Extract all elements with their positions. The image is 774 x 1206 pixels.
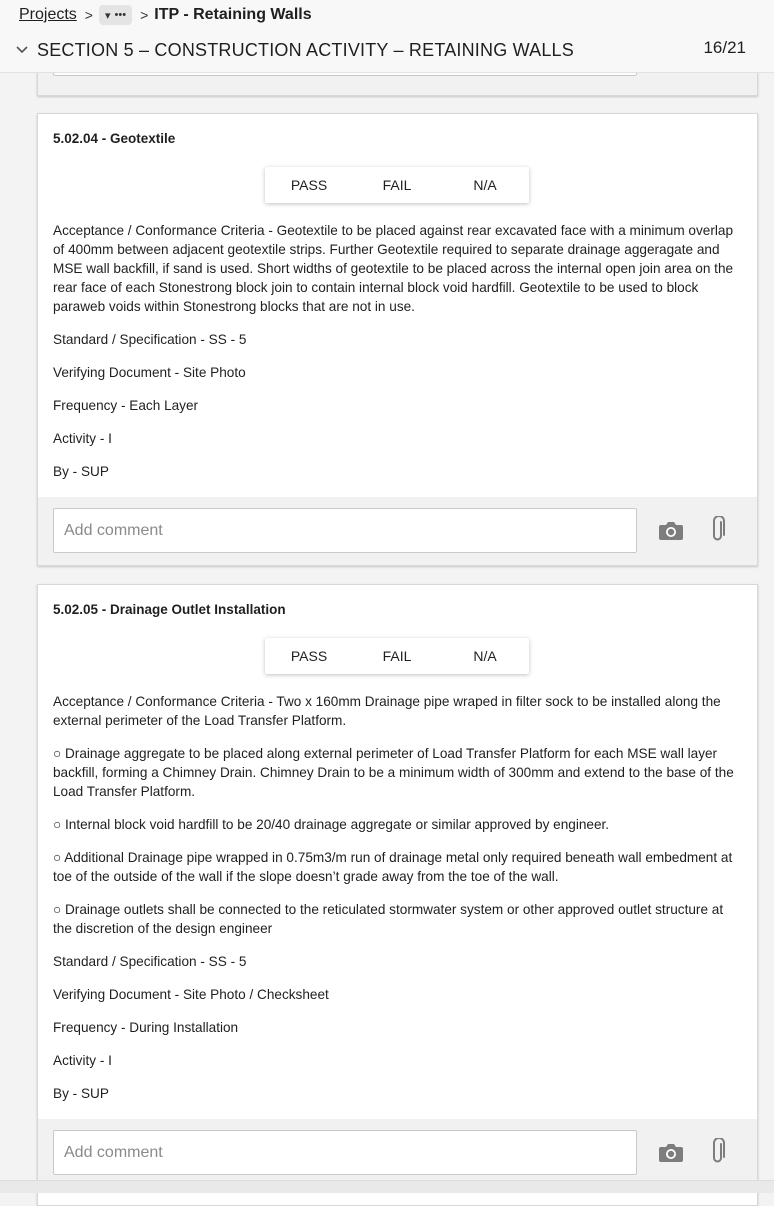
ellipsis-icon: ••• bbox=[114, 9, 127, 21]
result-button-group: PASS FAIL N/A bbox=[265, 167, 529, 203]
breadcrumb-separator-icon: > bbox=[84, 7, 93, 23]
activity: Activity - I bbox=[53, 431, 112, 446]
pass-button[interactable]: PASS bbox=[265, 638, 353, 674]
breadcrumb-current: ITP - Retaining Walls bbox=[154, 6, 312, 23]
acceptance-criteria: Acceptance / Conformance Criteria - Geot… bbox=[53, 223, 734, 314]
na-button[interactable]: N/A bbox=[441, 167, 529, 203]
paperclip-icon[interactable] bbox=[709, 516, 727, 544]
section-title: SECTION 5 – CONSTRUCTION ACTIVITY – RETA… bbox=[37, 39, 574, 60]
bottom-scroll-edge bbox=[0, 1180, 774, 1193]
comment-input[interactable] bbox=[53, 508, 637, 553]
item-details: Acceptance / Conformance Criteria - Geot… bbox=[53, 221, 743, 495]
pass-button[interactable]: PASS bbox=[265, 167, 353, 203]
camera-icon[interactable] bbox=[658, 1142, 684, 1164]
section-progress: 16/21 bbox=[703, 38, 746, 57]
acceptance-criteria: Acceptance / Conformance Criteria - Two … bbox=[53, 694, 721, 728]
by: By - SUP bbox=[53, 464, 109, 479]
fail-button[interactable]: FAIL bbox=[353, 638, 441, 674]
comment-footer bbox=[38, 497, 757, 565]
paperclip-icon[interactable] bbox=[709, 1138, 727, 1166]
breadcrumb-projects-link[interactable]: Projects bbox=[19, 6, 77, 24]
chevron-down-icon[interactable] bbox=[15, 43, 29, 57]
item-title: 5.02.05 - Drainage Outlet Installation bbox=[53, 602, 286, 617]
result-button-group: PASS FAIL N/A bbox=[265, 638, 529, 674]
breadcrumb: Projects > ▾ ••• > ITP - Retaining Walls bbox=[19, 4, 312, 26]
standard-specification: Standard / Specification - SS - 5 bbox=[53, 954, 247, 969]
verifying-document: Verifying Document - Site Photo / Checks… bbox=[53, 987, 329, 1002]
item-title: 5.02.04 - Geotextile bbox=[53, 131, 176, 146]
breadcrumb-separator-icon: > bbox=[140, 7, 149, 23]
criteria-bullet: ○ Additional Drainage pipe wrapped in 0.… bbox=[53, 850, 733, 884]
item-details: Acceptance / Conformance Criteria - Two … bbox=[53, 692, 743, 1117]
by: By - SUP bbox=[53, 1086, 109, 1101]
criteria-bullet: ○ Drainage aggregate to be placed along … bbox=[53, 746, 734, 799]
checklist-item-card: 5.02.04 - Geotextile PASS FAIL N/A Accep… bbox=[37, 113, 758, 566]
standard-specification: Standard / Specification - SS - 5 bbox=[53, 332, 247, 347]
camera-icon[interactable] bbox=[658, 520, 684, 542]
caret-down-icon: ▾ bbox=[104, 9, 111, 22]
page-header: Projects > ▾ ••• > ITP - Retaining Walls… bbox=[0, 0, 774, 73]
verifying-document: Verifying Document - Site Photo bbox=[53, 365, 246, 380]
section-header[interactable]: SECTION 5 – CONSTRUCTION ACTIVITY – RETA… bbox=[15, 38, 760, 62]
comment-footer bbox=[38, 1119, 757, 1187]
breadcrumb-more-button[interactable]: ▾ ••• bbox=[98, 5, 133, 25]
frequency: Frequency - During Installation bbox=[53, 1020, 239, 1035]
frequency: Frequency - Each Layer bbox=[53, 398, 199, 413]
fail-button[interactable]: FAIL bbox=[353, 167, 441, 203]
na-button[interactable]: N/A bbox=[441, 638, 529, 674]
comment-input[interactable] bbox=[53, 1130, 637, 1175]
criteria-bullet: ○ Drainage outlets shall be connected to… bbox=[53, 902, 724, 936]
criteria-bullet: ○ Internal block void hardfill to be 20/… bbox=[53, 817, 610, 832]
activity: Activity - I bbox=[53, 1053, 112, 1068]
checklist-item-card: 5.02.05 - Drainage Outlet Installation P… bbox=[37, 584, 758, 1206]
